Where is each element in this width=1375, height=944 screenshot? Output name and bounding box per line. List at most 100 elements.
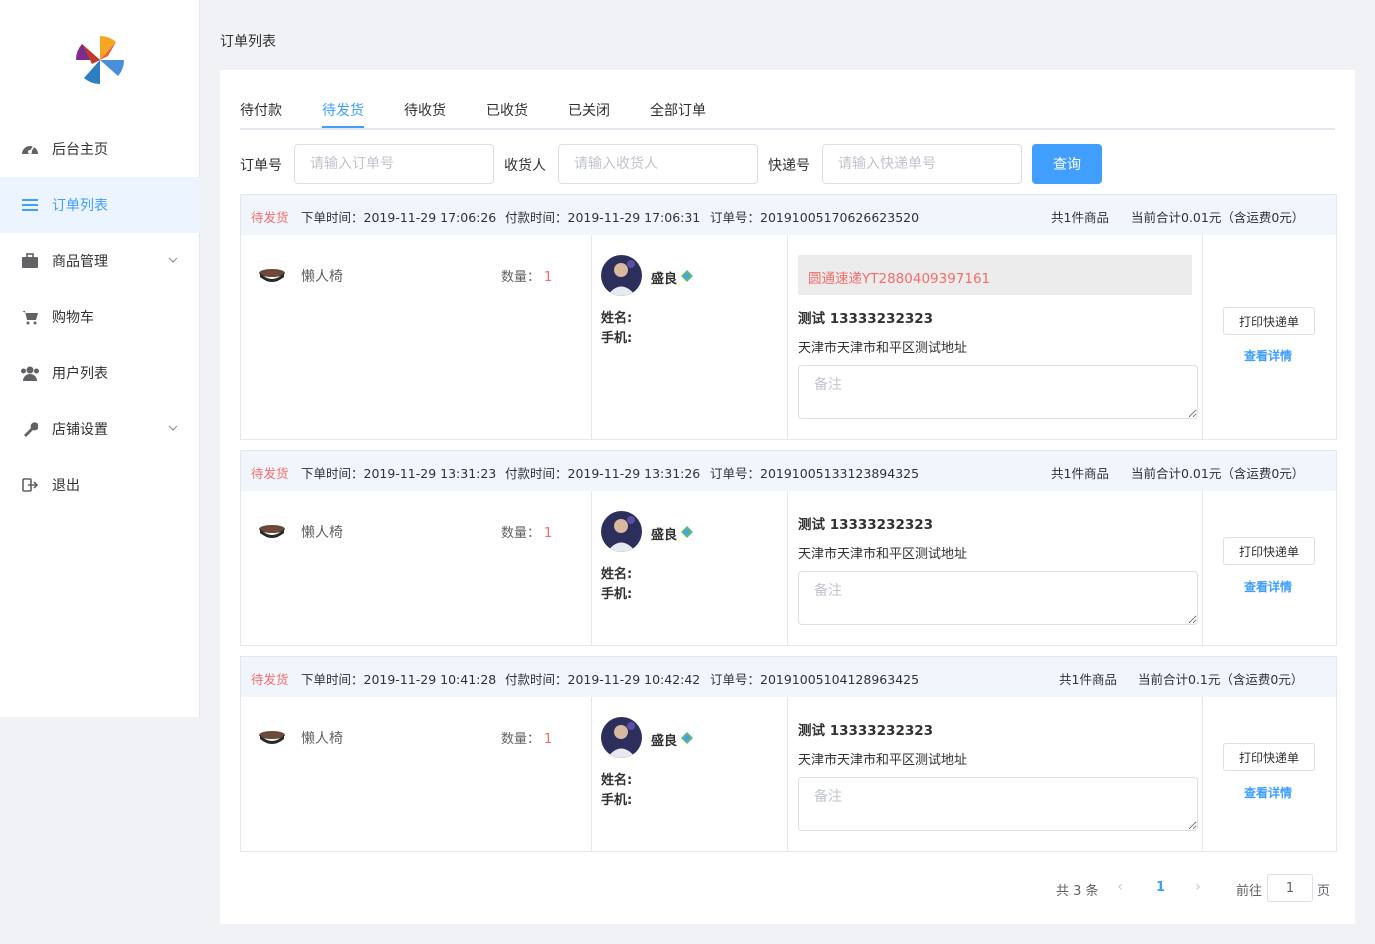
remark-input[interactable]: [798, 777, 1198, 831]
quantity: 数量： 1: [501, 526, 553, 541]
actions-cell: 打印快递单 查看详情: [1202, 235, 1338, 439]
list-icon: [20, 195, 40, 215]
pay-time: 付款时间：2019-11-29 17:06:31: [505, 210, 701, 225]
tab-received[interactable]: 已收货: [486, 100, 528, 130]
receiver-address: 天津市天津市和平区测试地址: [798, 341, 968, 356]
buyer-cell: 盛良 姓名: 手机:: [591, 491, 787, 645]
chevron-down-icon: [168, 425, 178, 431]
status-badge: 待发货: [251, 672, 289, 687]
item-count: 共1件商品: [1051, 466, 1109, 481]
product-thumbnail: [259, 731, 285, 744]
express-no-label: 快递号: [768, 158, 810, 174]
cart-icon: [20, 307, 40, 327]
page-suffix: 页: [1317, 884, 1331, 899]
status-badge: 待发货: [251, 210, 289, 225]
goto-label: 前往: [1236, 884, 1263, 899]
name-label: 姓名:: [601, 773, 633, 788]
sidebar-item-label: 订单列表: [52, 198, 108, 214]
pagination-total: 共 3 条: [1056, 884, 1099, 899]
app-logo: [75, 35, 125, 85]
sidebar-item-label: 商品管理: [52, 254, 108, 270]
phone-label: 手机:: [601, 331, 633, 346]
goto-page-input[interactable]: [1267, 874, 1313, 902]
receiver-address: 天津市天津市和平区测试地址: [798, 753, 968, 768]
query-button[interactable]: 查询: [1032, 144, 1102, 184]
product-name[interactable]: 懒人椅: [301, 266, 343, 286]
sidebar-item-users[interactable]: 用户列表: [0, 345, 200, 401]
tab-pending-receipt[interactable]: 待收货: [404, 100, 446, 130]
dashboard-icon: [20, 139, 40, 159]
express-tracking: 圆通速递YT2880409397161: [798, 255, 1192, 295]
sidebar: 后台主页 订单列表 商品管理 购物车 用户列表 店铺设置 退出: [0, 0, 200, 717]
item-count: 共1件商品: [1051, 210, 1109, 225]
briefcase-icon: [20, 251, 40, 271]
product-thumbnail: [259, 269, 285, 282]
sidebar-item-cart[interactable]: 购物车: [0, 289, 200, 345]
shipping-cell: 测试 13333232323 天津市天津市和平区测试地址: [787, 491, 1202, 645]
actions-cell: 打印快递单 查看详情: [1202, 697, 1338, 851]
main-card: 待付款 待发货 待收货 已收货 已关闭 全部订单 订单号 收货人 快递号 查询 …: [220, 70, 1355, 924]
next-page-button[interactable]: ›: [1188, 875, 1208, 899]
receiver-input[interactable]: [558, 144, 758, 184]
name-label: 姓名:: [601, 567, 633, 582]
receiver-contact: 测试 13333232323: [798, 723, 934, 739]
product-thumbnail: [259, 525, 285, 538]
tab-closed[interactable]: 已关闭: [568, 100, 610, 130]
logout-icon: [20, 475, 40, 495]
receiver-contact: 测试 13333232323: [798, 311, 934, 327]
page-number[interactable]: 1: [1156, 880, 1165, 895]
order-header: 待发货 下单时间：2019-11-29 13:31:23 付款时间：2019-1…: [241, 451, 1336, 491]
phone-label: 手机:: [601, 587, 633, 602]
remark-input[interactable]: [798, 571, 1198, 625]
sidebar-item-label: 店铺设置: [52, 422, 108, 438]
order-time: 下单时间：2019-11-29 10:41:28: [301, 672, 497, 687]
buyer-cell: 盛良 姓名: 手机:: [591, 235, 787, 439]
avatar: [601, 717, 642, 758]
print-waybill-button[interactable]: 打印快递单: [1223, 307, 1315, 335]
order-no-label: 订单号: [240, 158, 282, 174]
quantity: 数量： 1: [501, 270, 553, 285]
order-card: 待发货 下单时间：2019-11-29 13:31:23 付款时间：2019-1…: [240, 450, 1337, 646]
product-name[interactable]: 懒人椅: [301, 728, 343, 748]
buyer-cell: 盛良 姓名: 手机:: [591, 697, 787, 851]
buyer-name: 盛良: [651, 734, 678, 749]
shipping-cell: 测试 13333232323 天津市天津市和平区测试地址: [787, 697, 1202, 851]
actions-cell: 打印快递单 查看详情: [1202, 491, 1338, 645]
express-no-input[interactable]: [822, 144, 1022, 184]
print-waybill-button[interactable]: 打印快递单: [1223, 537, 1315, 565]
remark-input[interactable]: [798, 365, 1198, 419]
avatar: [601, 255, 642, 296]
sidebar-item-label: 用户列表: [52, 366, 108, 382]
vip-badge-icon: [681, 732, 693, 744]
sidebar-item-orders[interactable]: 订单列表: [0, 177, 200, 233]
active-tab-indicator: [322, 126, 364, 128]
print-waybill-button[interactable]: 打印快递单: [1223, 743, 1315, 771]
order-total: 当前合计0.01元（含运费0元）: [1131, 466, 1305, 481]
chevron-down-icon: [168, 257, 178, 263]
view-details-link[interactable]: 查看详情: [1244, 347, 1292, 364]
sidebar-item-dashboard[interactable]: 后台主页: [0, 121, 200, 177]
prev-page-button[interactable]: ‹: [1110, 875, 1130, 899]
users-icon: [20, 363, 40, 383]
view-details-link[interactable]: 查看详情: [1244, 578, 1292, 595]
order-header: 待发货 下单时间：2019-11-29 10:41:28 付款时间：2019-1…: [241, 657, 1336, 697]
sidebar-item-products[interactable]: 商品管理: [0, 233, 200, 289]
order-card: 待发货 下单时间：2019-11-29 17:06:26 付款时间：2019-1…: [240, 194, 1337, 440]
tab-all-orders[interactable]: 全部订单: [650, 100, 706, 130]
status-badge: 待发货: [251, 466, 289, 481]
pay-time: 付款时间：2019-11-29 10:42:42: [505, 672, 701, 687]
receiver-label: 收货人: [504, 158, 546, 174]
order-number: 订单号：20191005170626623520: [710, 210, 920, 225]
sidebar-item-store-settings[interactable]: 店铺设置: [0, 401, 200, 457]
order-card: 待发货 下单时间：2019-11-29 10:41:28 付款时间：2019-1…: [240, 656, 1337, 852]
view-details-link[interactable]: 查看详情: [1244, 784, 1292, 801]
product-cell: 懒人椅 数量： 1: [241, 491, 591, 645]
sidebar-item-label: 退出: [52, 478, 80, 494]
sidebar-item-logout[interactable]: 退出: [0, 457, 200, 513]
tab-pending-payment[interactable]: 待付款: [240, 100, 282, 130]
order-no-input[interactable]: [294, 144, 494, 184]
sidebar-item-label: 购物车: [52, 310, 94, 326]
product-name[interactable]: 懒人椅: [301, 522, 343, 542]
product-cell: 懒人椅 数量： 1: [241, 235, 591, 439]
order-number: 订单号：20191005133123894325: [710, 466, 920, 481]
